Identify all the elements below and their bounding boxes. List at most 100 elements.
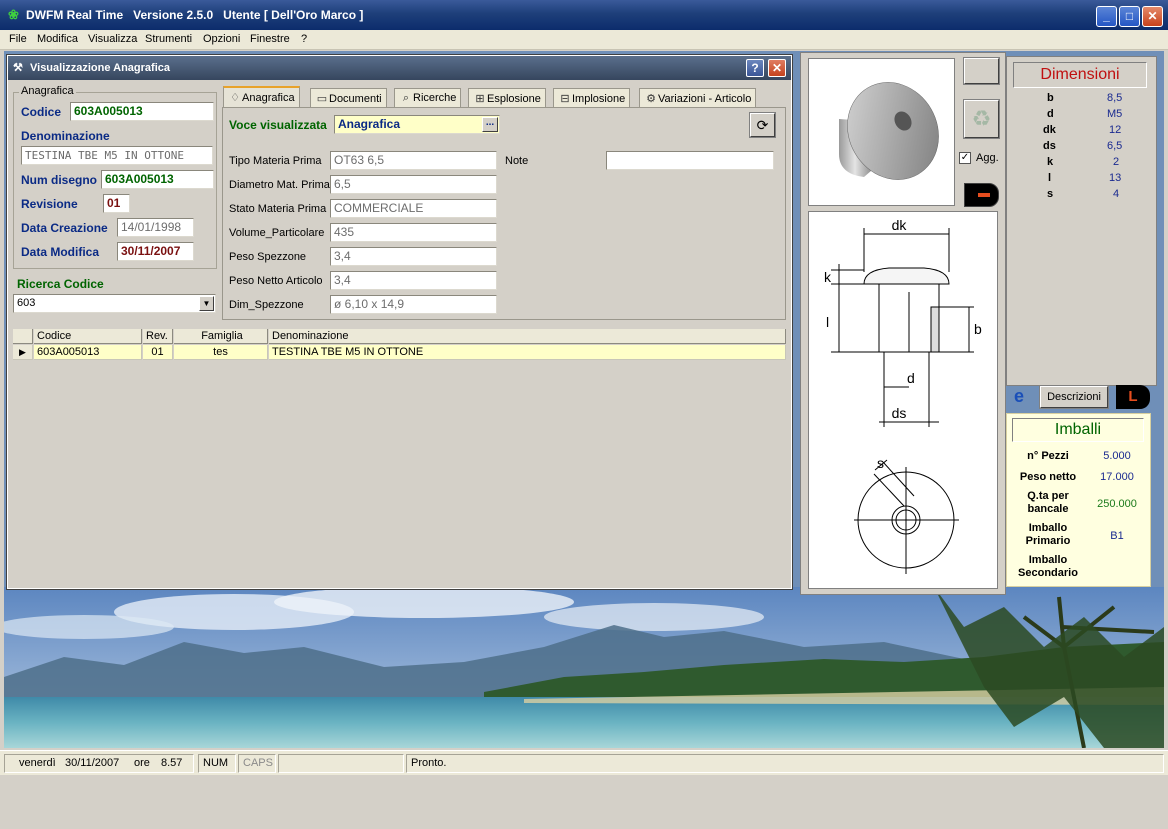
menu-opzioni[interactable]: Opzioni: [203, 33, 240, 45]
dropdown-arrow-icon[interactable]: ▼: [199, 296, 214, 311]
tab-ricerche[interactable]: ⌕ Ricerche: [394, 88, 462, 108]
status-empty: [278, 754, 404, 773]
window-icon: ⚒: [13, 62, 23, 74]
tab-implosione[interactable]: ⊟ Implosione: [553, 88, 631, 108]
prop-value[interactable]: 435: [330, 223, 497, 242]
menu-help[interactable]: ?: [301, 33, 307, 45]
l-button[interactable]: L: [1116, 385, 1150, 409]
imballo-value: B1: [1110, 530, 1124, 542]
grid-header-denominazione[interactable]: Denominazione: [269, 329, 786, 344]
menu-strumenti[interactable]: Strumenti: [145, 33, 192, 45]
close-button[interactable]: ✕: [1142, 6, 1163, 27]
menu-bar: File Modifica Visualizza Strumenti Opzio…: [0, 30, 1168, 50]
maximize-button[interactable]: □: [1119, 6, 1140, 27]
wizard-icon: ⚙: [646, 93, 656, 105]
prop-value[interactable]: 3,4: [330, 247, 497, 266]
dim-value: M5: [1107, 108, 1123, 120]
lightbulb-icon: ♢: [230, 92, 240, 104]
status-bar: venerdì 30/11/2007 ore 8.57 NUM CAPS Pro…: [0, 750, 1168, 775]
dim-value: 6,5: [1107, 140, 1123, 152]
dim-label-dk: dk: [892, 217, 908, 233]
note-field[interactable]: [606, 151, 774, 170]
grid-corner: [13, 329, 33, 344]
dim-label-d: d: [907, 370, 915, 386]
menu-finestre[interactable]: Finestre: [250, 33, 290, 45]
grid-header-rev[interactable]: Rev.: [143, 329, 173, 344]
prop-value[interactable]: 6,5: [330, 175, 497, 194]
codice-field[interactable]: 603A005013: [70, 102, 214, 121]
minimize-button[interactable]: _: [1096, 6, 1117, 27]
voce-visualizzata-value: Anagrafica: [338, 117, 401, 131]
prop-label: Stato Materia Prima: [229, 203, 327, 215]
ricerca-codice-combo[interactable]: 603 ▼: [13, 294, 216, 313]
dimensioni-panel: Dimensioni b 8,5 d M5 dk 12 ds 6,5 k 2 l…: [1006, 56, 1157, 386]
prop-value[interactable]: ø 6,10 x 14,9: [330, 295, 497, 314]
codice-label: Codice: [21, 105, 62, 119]
tab-esplosione[interactable]: ⊞ Esplosione: [468, 88, 546, 108]
dim-label-b: b: [974, 321, 982, 337]
ricerca-codice-value: 603: [17, 297, 36, 309]
table-cell-famiglia[interactable]: tes: [174, 345, 268, 360]
num-disegno-field[interactable]: 603A005013: [101, 170, 214, 189]
prev-drawing-button[interactable]: [963, 57, 1000, 85]
tree-icon: ⊟: [560, 93, 570, 105]
record-indicator-icon[interactable]: [964, 183, 999, 207]
num-disegno-label: Num disegno: [21, 173, 98, 187]
revisione-field[interactable]: 01: [103, 194, 130, 213]
prop-value[interactable]: OT63 6,5: [330, 151, 497, 170]
anagrafica-window-title: Visualizzazione Anagrafica: [30, 62, 170, 74]
voce-visualizzata-field[interactable]: Anagrafica ...: [334, 115, 500, 134]
tab-variazioni-articolo[interactable]: ⚙ Variazioni - Articolo: [639, 88, 757, 108]
prop-label: Volume_Particolare: [229, 227, 325, 239]
note-label: Note: [505, 155, 529, 167]
prop-value[interactable]: COMMERCIALE: [330, 199, 497, 218]
dim-label: b: [1047, 92, 1054, 104]
table-cell-rev[interactable]: 01: [143, 345, 173, 360]
denominazione-field[interactable]: TESTINA TBE M5 IN OTTONE: [21, 146, 213, 165]
recycle-icon[interactable]: ♻: [963, 99, 1000, 139]
imballo-label: Imballo Secondario: [1018, 554, 1078, 579]
descrizioni-button[interactable]: Descrizioni: [1039, 385, 1109, 409]
anagrafica-window: ⚒ Visualizzazione Anagrafica ? ✕ Anagraf…: [6, 54, 793, 590]
menu-visualizza[interactable]: Visualizza: [88, 33, 137, 45]
prop-value[interactable]: 3,4: [330, 271, 497, 290]
menu-modifica[interactable]: Modifica: [37, 33, 78, 45]
data-creazione-field[interactable]: 14/01/1998: [117, 218, 194, 237]
prop-label: Peso Spezzone: [229, 251, 307, 263]
data-modifica-field[interactable]: 30/11/2007: [117, 242, 194, 261]
dim-value: 2: [1113, 156, 1120, 168]
dim-label: k: [1047, 156, 1054, 168]
child-close-button[interactable]: ✕: [768, 59, 786, 77]
document-icon: ▭: [316, 93, 328, 105]
status-ore-label: ore: [134, 757, 150, 769]
row-selector-icon[interactable]: ▶: [13, 345, 33, 360]
agg-checkbox[interactable]: ✓: [959, 152, 971, 164]
grid-header-codice[interactable]: Codice: [34, 329, 142, 344]
refresh-icon[interactable]: ⟳: [749, 112, 776, 138]
app-icon: ❀: [8, 7, 19, 22]
status-day: venerdì: [19, 757, 56, 769]
anagrafica-window-title-bar: ⚒ Visualizzazione Anagrafica ? ✕: [8, 56, 791, 80]
tab-documenti[interactable]: ▭ Documenti: [310, 88, 387, 108]
revisione-label: Revisione: [21, 197, 78, 211]
preview-panel: ♻ ✓ Agg. dk k l b d ds s: [800, 52, 1006, 595]
prop-label: Dim_Spezzone: [229, 299, 304, 311]
table-cell-denominazione[interactable]: TESTINA TBE M5 IN OTTONE: [269, 345, 786, 360]
menu-file[interactable]: File: [9, 33, 27, 45]
grid-header-famiglia[interactable]: Famiglia: [174, 329, 268, 344]
dim-label-s: s: [877, 455, 884, 471]
status-date: 30/11/2007: [65, 757, 120, 769]
dim-label-l: l: [826, 314, 829, 330]
tab-anagrafica[interactable]: ♢ Anagrafica: [223, 86, 300, 109]
voce-browse-button[interactable]: ...: [482, 117, 498, 132]
dim-label-ds: ds: [892, 405, 907, 421]
imballi-title: Imballi: [1012, 418, 1144, 442]
imballo-value: 250.000: [1097, 498, 1137, 510]
prop-label: Diametro Mat. Prima: [229, 179, 330, 191]
table-cell-codice[interactable]: 603A005013: [34, 345, 142, 360]
data-creazione-label: Data Creazione: [21, 221, 108, 235]
dimensioni-title: Dimensioni: [1013, 62, 1147, 88]
properties-list: Tipo Materia Prima OT63 6,5 Diametro Mat…: [229, 151, 509, 319]
help-button[interactable]: ?: [746, 59, 764, 77]
internet-explorer-icon[interactable]: e: [1008, 385, 1030, 407]
